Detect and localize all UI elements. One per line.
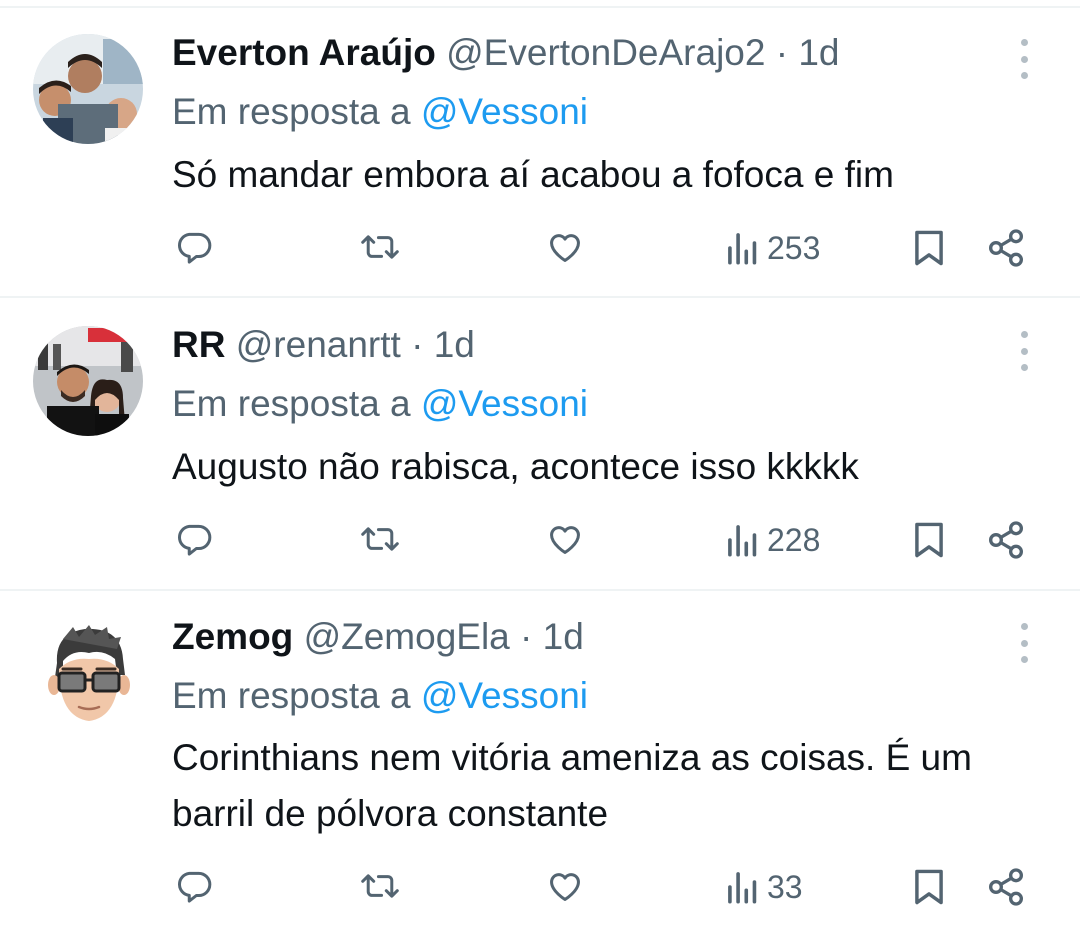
tweet[interactable]: Everton Araújo @EvertonDeArajo2 · 1d Em … [0,0,1080,296]
share-icon [988,521,1024,559]
like-button[interactable] [545,867,585,905]
mention-link[interactable]: @Vessoni [421,91,588,132]
bookmark-button[interactable] [910,866,948,908]
tweet[interactable]: RR @renanrtt · 1d Em resposta a @Vessoni… [0,298,1080,589]
retweet-icon [361,527,399,551]
tweet-text: Augusto não rabisca, acontece isso kkkkk [172,446,859,487]
display-name[interactable]: Everton Araújo [172,32,436,73]
more-options-icon[interactable] [1013,331,1035,371]
reply-icon [177,524,212,556]
bookmark-icon [915,522,943,558]
views-icon [728,872,757,904]
tweet-text: Corinthians nem vitória ameniza as coisa… [172,737,972,834]
retweet-button[interactable] [358,520,402,558]
retweet-icon [361,235,399,259]
reply-icon [177,871,212,903]
timestamp[interactable]: 1d [798,32,839,73]
avatar[interactable] [33,326,143,436]
tweet[interactable]: Zemog @ZemogEla · 1d Em resposta a @Vess… [0,591,1080,931]
views-button[interactable]: 33 [725,867,803,907]
avatar[interactable] [33,34,143,144]
reply-context-label: Em resposta a [172,675,411,716]
separator-dot: · [520,616,533,657]
like-icon [550,526,580,554]
avatar[interactable] [33,619,143,729]
reply-context: Em resposta a @Vessoni [172,90,588,134]
views-icon [728,233,757,265]
like-button[interactable] [545,520,585,558]
tweet-header: RR @renanrtt · 1d [172,323,475,367]
reply-button[interactable] [175,520,213,558]
share-button[interactable] [986,228,1026,268]
mention-link[interactable]: @Vessoni [421,675,588,716]
bookmark-button[interactable] [910,227,948,269]
views-count: 33 [767,868,803,905]
separator-dot: · [411,324,424,365]
retweet-button[interactable] [358,228,402,266]
reply-button[interactable] [175,867,213,905]
timestamp[interactable]: 1d [434,324,475,365]
share-button[interactable] [986,867,1026,907]
reply-icon [177,232,212,264]
tweet-text: Só mandar embora aí acabou a fofoca e fi… [172,154,894,195]
username[interactable]: @ZemogEla [304,616,510,657]
reply-context-label: Em resposta a [172,91,411,132]
like-icon [550,873,580,901]
timestamp[interactable]: 1d [543,616,584,657]
reply-context-label: Em resposta a [172,383,411,424]
more-options-icon[interactable] [1013,623,1035,663]
reply-context: Em resposta a @Vessoni [172,382,588,426]
reply-feed: Everton Araújo @EvertonDeArajo2 · 1d Em … [0,0,1080,931]
share-icon [988,229,1024,267]
share-button[interactable] [986,520,1026,560]
views-button[interactable]: 253 [725,228,820,268]
tweet-header: Zemog @ZemogEla · 1d [172,615,584,659]
bookmark-icon [915,230,943,266]
views-count: 228 [767,521,821,558]
bookmark-icon [915,869,943,905]
username[interactable]: @EvertonDeArajo2 [446,32,765,73]
like-button[interactable] [545,228,585,266]
views-button[interactable]: 228 [725,520,820,560]
views-count: 253 [767,229,821,266]
reply-button[interactable] [175,228,213,266]
views-icon [728,525,757,557]
username[interactable]: @renanrtt [236,324,401,365]
reply-context: Em resposta a @Vessoni [172,674,588,718]
display-name[interactable]: RR [172,324,225,365]
display-name[interactable]: Zemog [172,616,293,657]
like-icon [550,234,580,262]
retweet-button[interactable] [358,867,402,905]
mention-link[interactable]: @Vessoni [421,383,588,424]
tweet-header: Everton Araújo @EvertonDeArajo2 · 1d [172,31,840,75]
more-options-icon[interactable] [1013,39,1035,79]
bookmark-button[interactable] [910,519,948,561]
retweet-icon [361,874,399,898]
share-icon [988,868,1024,906]
separator-dot: · [775,32,789,73]
